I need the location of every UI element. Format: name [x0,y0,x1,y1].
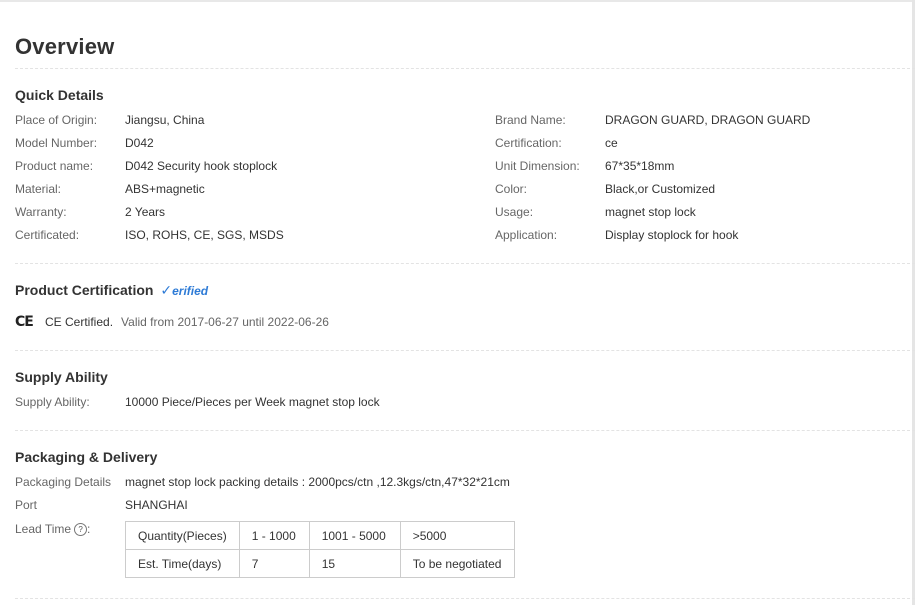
lead-time-table: Quantity(Pieces) 1 - 1000 1001 - 5000 >5… [125,521,515,578]
detail-row-place-of-origin: Place of Origin: Jiangsu, China [15,113,204,127]
divider [15,68,915,69]
divider [15,430,915,431]
divider [15,598,915,599]
supply-ability-row: Supply Ability: 10000 Piece/Pieces per We… [15,395,380,409]
verified-label: erified [172,284,209,298]
verified-check-icon: ✓ [160,282,173,298]
detail-value: D042 [125,136,154,150]
detail-row-application: Application: Display stoplock for hook [495,228,738,242]
supply-ability-value: 10000 Piece/Pieces per Week magnet stop … [125,395,380,409]
detail-row-certification: Certification: ce [495,136,618,150]
detail-label: Application: [495,228,558,242]
lead-time-label-row: Lead Time?: [15,522,90,536]
detail-row-warranty: Warranty: 2 Years [15,205,165,219]
table-header-cell: Est. Time(days) [125,549,240,578]
packaging-details-value: magnet stop lock packing details : 2000p… [125,475,510,489]
port-value: SHANGHAI [125,498,188,512]
detail-label: Product name: [15,159,94,173]
detail-label: Unit Dimension: [495,159,580,173]
lead-time-colon: : [87,522,91,536]
detail-value: ISO, ROHS, CE, SGS, MSDS [125,228,284,242]
detail-value: magnet stop lock [605,205,696,219]
detail-row-material: Material: ABS+magnetic [15,182,205,196]
detail-value: Jiangsu, China [125,113,205,127]
detail-row-model-number: Model Number: D042 [15,136,154,150]
detail-label: Model Number: [15,136,98,150]
detail-value: DRAGON GUARD, DRAGON GUARD [605,113,811,127]
detail-value: 2 Years [125,205,166,219]
product-certification-title: Product Certification ✓erified [15,282,208,299]
table-cell: To be negotiated [399,549,515,578]
detail-row-usage: Usage: magnet stop lock [495,205,696,219]
supply-ability-title: Supply Ability [15,369,108,385]
quick-details-title: Quick Details [15,87,104,103]
product-certification-label: Product Certification [15,282,154,298]
table-cell: 15 [308,549,401,578]
table-header-cell: Quantity(Pieces) [125,521,240,550]
table-row: Est. Time(days) 7 15 To be negotiated [125,549,515,578]
detail-value: ABS+magnetic [125,182,205,196]
detail-row-color: Color: Black,or Customized [495,182,715,196]
detail-row-certificated: Certificated: ISO, ROHS, CE, SGS, MSDS [15,228,284,242]
detail-row-product-name: Product name: D042 Security hook stoplock [15,159,277,173]
detail-label: Place of Origin: [15,113,98,127]
detail-label: Color: [495,182,528,196]
certificate-validity: Valid from 2017-06-27 until 2022-06-26 [121,315,329,329]
top-border [0,0,915,2]
packaging-details-row: Packaging Details magnet stop lock packin… [15,475,510,489]
detail-label: Brand Name: [495,113,566,127]
table-cell: 1001 - 5000 [308,521,401,550]
supply-ability-label: Supply Ability: [15,395,90,409]
help-icon[interactable]: ? [74,523,88,536]
port-row: Port SHANGHAI [15,498,188,512]
packaging-delivery-title: Packaging & Delivery [15,449,158,465]
detail-label: Material: [15,182,62,196]
detail-row-unit-dimension: Unit Dimension: 67*35*18mm [495,159,674,173]
verified-badge[interactable]: ✓erified [160,282,209,298]
detail-row-brand-name: Brand Name: DRAGON GUARD, DRAGON GUARD [495,113,810,127]
divider [15,350,915,351]
lead-time-label: Lead Time [15,522,72,536]
detail-value: D042 Security hook stoplock [125,159,278,173]
table-cell: >5000 [399,521,515,550]
port-label: Port [15,498,38,512]
divider [15,263,915,264]
table-row: Quantity(Pieces) 1 - 1000 1001 - 5000 >5… [125,521,515,550]
ce-certified-label: CE Certified. [45,315,114,329]
detail-label: Warranty: [15,205,67,219]
ce-certificate-row[interactable]: CE CE Certified. Valid from 2017-06-27 unt… [15,314,329,330]
detail-value: 67*35*18mm [605,159,675,173]
table-cell: 7 [238,549,310,578]
detail-value: ce [605,136,618,150]
detail-label: Usage: [495,205,534,219]
detail-label: Certificated: [15,228,80,242]
detail-value: Black,or Customized [605,182,716,196]
ce-mark-icon: CE [15,314,34,330]
detail-label: Certification: [495,136,562,150]
detail-value: Display stoplock for hook [605,228,739,242]
page-title: Overview [15,34,115,59]
table-cell: 1 - 1000 [238,521,310,550]
packaging-details-label: Packaging Details [15,475,112,489]
